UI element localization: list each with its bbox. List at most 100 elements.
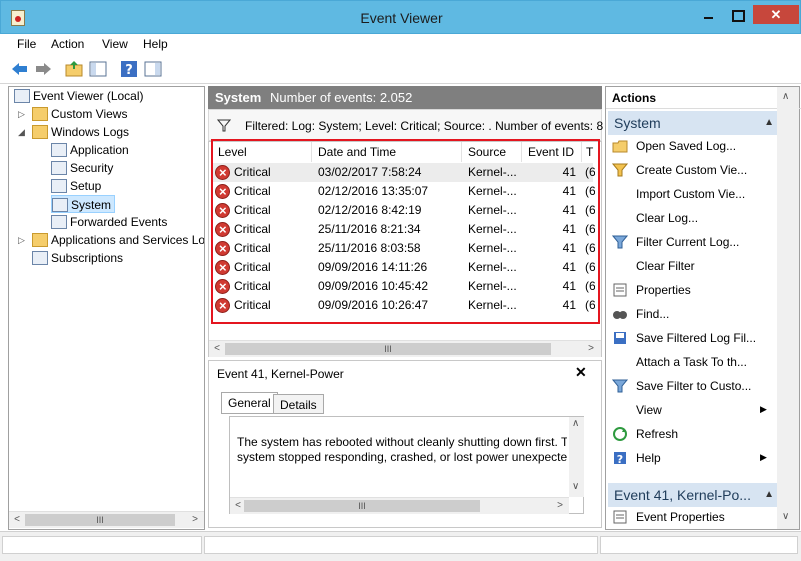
filter-icon <box>611 162 629 178</box>
close-detail-icon[interactable]: ✕ <box>575 364 587 381</box>
tree-item-setup[interactable]: Setup <box>51 177 101 195</box>
action-refresh[interactable]: Refresh <box>636 424 678 444</box>
close-button[interactable]: ✕ <box>753 5 799 24</box>
minimize-button[interactable] <box>695 5 722 24</box>
actions-section-event[interactable]: Event 41, Kernel-Po... ▲ <box>608 483 778 507</box>
collapse-icon[interactable]: ▲ <box>764 111 774 135</box>
scroll-right-icon[interactable]: > <box>189 514 201 526</box>
action-view[interactable]: View <box>636 400 662 420</box>
cell-level: Critical <box>234 279 271 293</box>
show-hide-tree-icon[interactable] <box>88 59 108 79</box>
actions-section-system[interactable]: System ▲ <box>608 111 778 135</box>
table-row[interactable]: Critical 09/09/2016 10:26:47 Kernel-... 41 (… <box>213 296 595 315</box>
description-vertical-scrollbar[interactable]: ∧ ∨ <box>569 417 584 497</box>
collapse-icon[interactable]: ▲ <box>764 483 774 507</box>
scroll-left-icon[interactable]: < <box>232 500 244 512</box>
subscriptions-icon <box>32 251 48 265</box>
table-row[interactable]: Critical 25/11/2016 8:21:34 Kernel-... 41 (6 <box>213 220 595 239</box>
filter-icon <box>611 234 629 250</box>
table-row[interactable]: Critical 02/12/2016 8:42:19 Kernel-... 41 (6 <box>213 201 595 220</box>
menu-action[interactable]: Action <box>51 37 84 51</box>
cell-date-time: 09/09/2016 10:26:47 <box>318 298 429 312</box>
action-clear-log[interactable]: Clear Log... <box>636 208 698 228</box>
action-attach-task[interactable]: Attach a Task To th... <box>636 352 747 372</box>
scroll-right-icon[interactable]: > <box>585 343 597 355</box>
scroll-up-icon[interactable]: ∧ <box>782 91 789 102</box>
column-event-id[interactable]: Event ID <box>522 142 582 162</box>
event-viewer-icon <box>14 89 30 103</box>
action-event-properties[interactable]: Event Properties <box>636 507 725 527</box>
tree-item-custom-views[interactable]: Custom Views <box>32 105 127 123</box>
tree-item-security[interactable]: Security <box>51 159 113 177</box>
column-source[interactable]: Source <box>462 142 522 162</box>
forward-arrow-icon[interactable] <box>33 59 53 79</box>
tree-item-event-viewer-local[interactable]: Event Viewer (Local) <box>14 87 144 105</box>
event-properties-icon <box>612 509 628 525</box>
scroll-up-icon[interactable]: ∧ <box>572 418 579 429</box>
action-import-custom-view[interactable]: Import Custom Vie... <box>636 184 745 204</box>
description-text: The system has rebooted without cleanly … <box>237 435 567 465</box>
action-save-filter-custom[interactable]: Save Filter to Custo... <box>636 376 751 396</box>
action-clear-filter[interactable]: Clear Filter <box>636 256 695 276</box>
actions-vertical-scrollbar[interactable]: ∧ ∨ <box>777 87 799 529</box>
action-properties[interactable]: Properties <box>636 280 691 300</box>
tree-item-system[interactable]: System <box>51 195 116 213</box>
scrollbar-thumb[interactable]: III <box>244 500 480 512</box>
table-row[interactable]: Critical 09/09/2016 14:11:26 Kernel-... 41 (… <box>213 258 595 277</box>
tree-item-windows-logs[interactable]: Windows Logs <box>32 123 129 141</box>
show-hide-action-pane-icon[interactable] <box>143 59 163 79</box>
tree-item-application[interactable]: Application <box>51 141 129 159</box>
scrollbar-thumb[interactable]: III <box>225 343 551 355</box>
cell-level: Critical <box>234 184 271 198</box>
tab-details[interactable]: Details <box>273 394 324 414</box>
scroll-left-icon[interactable]: < <box>211 343 223 355</box>
action-create-custom-view[interactable]: Create Custom Vie... <box>636 160 747 180</box>
scroll-down-icon[interactable]: ∨ <box>782 511 789 522</box>
filter-description: Filtered: Log: System; Level: Critical; … <box>245 119 604 133</box>
table-row[interactable]: Critical 09/09/2016 10:45:42 Kernel-... 41 (… <box>213 277 595 296</box>
column-task[interactable]: T <box>582 142 598 162</box>
scroll-right-icon[interactable]: > <box>554 500 566 512</box>
events-horizontal-scrollbar[interactable]: < III > <box>209 340 601 357</box>
table-row[interactable]: Critical 25/11/2016 8:03:58 Kernel-... 41 (6 <box>213 239 595 258</box>
help-icon[interactable]: ? <box>119 59 139 79</box>
action-find[interactable]: Find... <box>636 304 669 324</box>
cell-level: Critical <box>234 165 271 179</box>
save-icon <box>612 330 628 346</box>
tree-item-subscriptions[interactable]: Subscriptions <box>32 249 123 267</box>
expand-arrow-icon[interactable]: ▷ <box>18 109 25 120</box>
scroll-down-icon[interactable]: ∨ <box>572 481 579 492</box>
tree-horizontal-scrollbar[interactable]: < III > <box>9 511 204 528</box>
back-arrow-icon[interactable] <box>10 59 30 79</box>
menu-help[interactable]: Help <box>143 37 168 51</box>
cell-task: (6 <box>585 184 595 198</box>
up-folder-icon[interactable] <box>64 59 84 79</box>
filter-bar: Filtered: Log: System; Level: Critical; … <box>208 109 604 141</box>
table-row[interactable]: Critical 02/12/2016 13:35:07 Kernel-... 41 (… <box>213 182 595 201</box>
description-horizontal-scrollbar[interactable]: < III > <box>230 497 569 514</box>
cell-date-time: 03/02/2017 7:58:24 <box>318 165 422 179</box>
tree-item-forwarded-events[interactable]: Forwarded Events <box>51 213 167 231</box>
action-help[interactable]: Help <box>636 448 661 468</box>
svg-text:?: ? <box>125 63 133 78</box>
action-open-saved-log[interactable]: Open Saved Log... <box>636 136 736 156</box>
scrollbar-thumb[interactable]: III <box>25 514 175 526</box>
critical-icon <box>215 296 230 315</box>
action-save-filtered-log[interactable]: Save Filtered Log Fil... <box>636 328 756 348</box>
tab-general[interactable]: General <box>221 392 278 414</box>
collapse-arrow-icon[interactable]: ◢ <box>18 127 25 138</box>
table-row[interactable]: Critical 03/02/2017 7:58:24 Kernel-... 41 (6 <box>213 163 595 182</box>
column-level[interactable]: Level <box>212 142 312 162</box>
tree-item-applications-services[interactable]: Applications and Services Lo <box>32 231 204 249</box>
menu-view[interactable]: View <box>102 37 128 51</box>
column-date-time[interactable]: Date and Time <box>312 142 462 162</box>
toolbar: ? <box>0 55 801 84</box>
menu-file[interactable]: File <box>17 37 36 51</box>
cell-date-time: 09/09/2016 10:45:42 <box>318 279 429 293</box>
maximize-button[interactable] <box>724 5 751 24</box>
folder-icon <box>32 107 48 121</box>
expand-arrow-icon[interactable]: ▷ <box>18 235 25 246</box>
action-filter-current-log[interactable]: Filter Current Log... <box>636 232 739 252</box>
scroll-left-icon[interactable]: < <box>11 514 23 526</box>
cell-source: Kernel-... <box>468 222 517 236</box>
